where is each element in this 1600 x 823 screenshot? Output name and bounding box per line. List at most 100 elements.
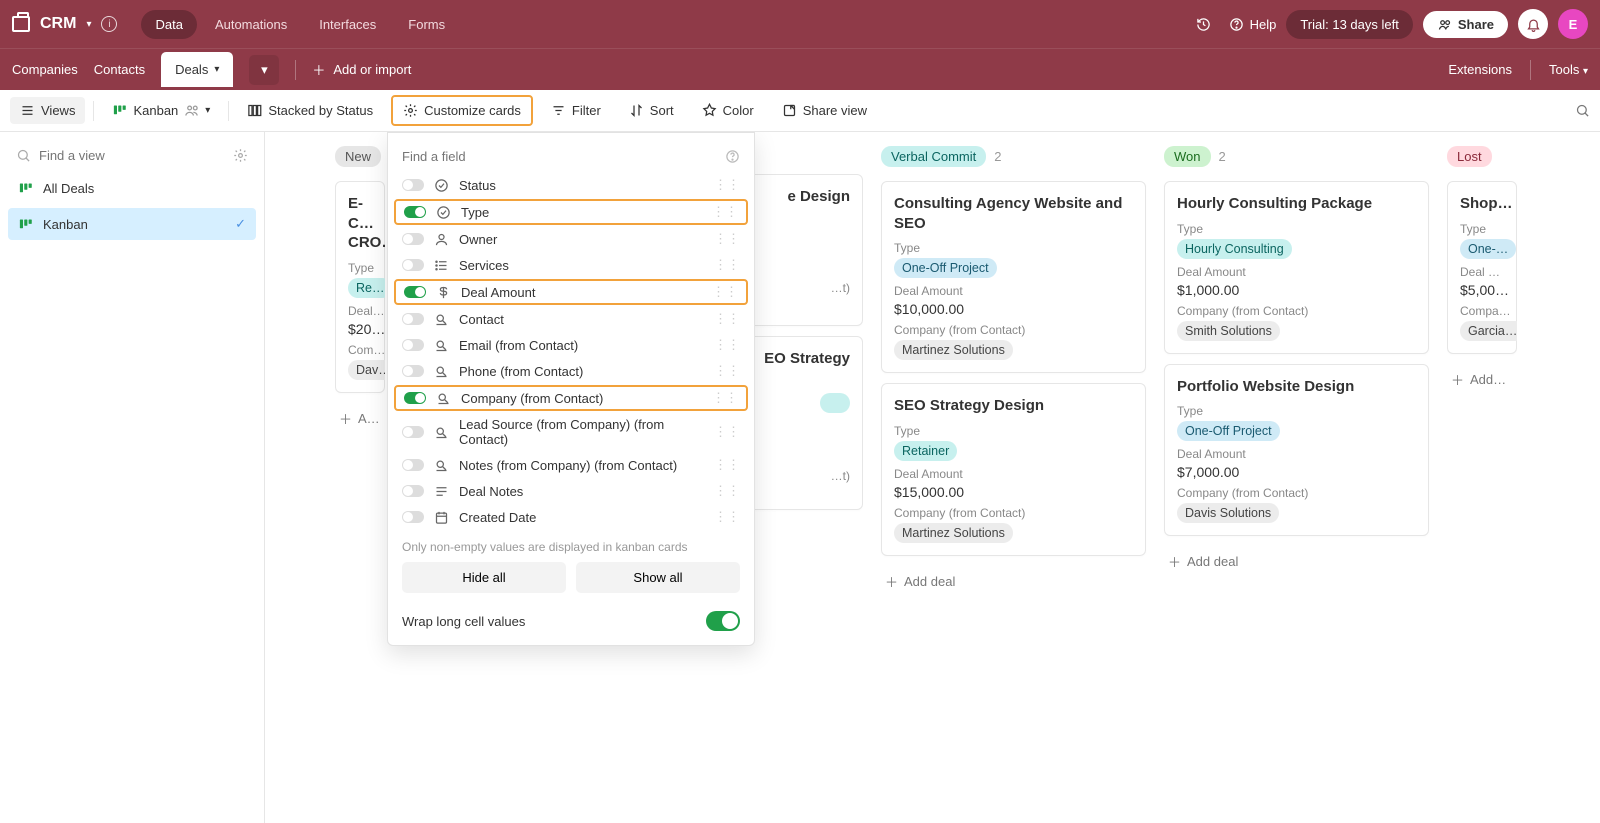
field-row[interactable]: Contact⋮⋮ xyxy=(388,306,754,332)
kanban-icon xyxy=(18,217,33,232)
drag-handle-icon[interactable]: ⋮⋮ xyxy=(714,363,740,379)
help-button[interactable]: Help xyxy=(1229,17,1277,32)
field-row[interactable]: Deal Amount ⋮⋮ xyxy=(394,279,748,305)
add-deal-button[interactable]: ＋ Add deal xyxy=(881,566,1146,597)
drag-handle-icon[interactable]: ⋮⋮ xyxy=(714,231,740,247)
field-toggle[interactable] xyxy=(402,259,424,271)
search-icon[interactable] xyxy=(1575,103,1590,118)
deal-card[interactable]: Consulting Agency Website and SEO Type O… xyxy=(881,181,1146,373)
color-button[interactable]: Color xyxy=(692,97,764,124)
nav-forms[interactable]: Forms xyxy=(394,10,459,39)
drag-handle-icon[interactable]: ⋮⋮ xyxy=(714,509,740,525)
field-icon xyxy=(434,458,449,473)
field-toggle[interactable] xyxy=(402,365,424,377)
drag-handle-icon[interactable]: ⋮⋮ xyxy=(714,483,740,499)
add-deal-button[interactable]: ＋ Add deal xyxy=(1164,546,1429,577)
history-icon[interactable] xyxy=(1189,9,1219,39)
field-toggle[interactable] xyxy=(402,426,424,438)
tab-contacts[interactable]: Contacts xyxy=(94,62,145,77)
field-row[interactable]: Type⋮⋮ xyxy=(394,199,748,225)
sort-button[interactable]: Sort xyxy=(619,97,684,124)
field-label: Deal Amount xyxy=(461,285,535,300)
tab-deals[interactable]: Deals ▾ xyxy=(161,52,233,87)
field-toggle[interactable] xyxy=(404,286,426,298)
field-row[interactable]: Lead Source (from Company) (from Contact… xyxy=(388,412,754,452)
nav-interfaces[interactable]: Interfaces xyxy=(305,10,390,39)
deal-card[interactable]: Portfolio Website Design Type One-Off Pr… xyxy=(1164,364,1429,537)
field-row[interactable]: Created Date⋮⋮ xyxy=(388,504,754,530)
drag-handle-icon[interactable]: ⋮⋮ xyxy=(714,424,740,440)
tab-companies[interactable]: Companies xyxy=(12,62,78,77)
field-row[interactable]: Owner⋮⋮ xyxy=(388,226,754,252)
view-all-deals[interactable]: All Deals xyxy=(8,173,256,204)
field-toggle[interactable] xyxy=(402,339,424,351)
field-row[interactable]: Deal Notes⋮⋮ xyxy=(388,478,754,504)
deal-card[interactable]: Shop… Type One-… Deal … $5,00… Compa… Ga… xyxy=(1447,181,1517,354)
trial-pill[interactable]: Trial: 13 days left xyxy=(1286,10,1413,39)
field-toggle[interactable] xyxy=(404,206,426,218)
show-all-button[interactable]: Show all xyxy=(576,562,740,593)
hide-all-button[interactable]: Hide all xyxy=(402,562,566,593)
top-bar: CRM ▾ i Data Automations Interfaces Form… xyxy=(0,0,1600,48)
find-view-input[interactable] xyxy=(8,142,256,169)
field-toggle[interactable] xyxy=(402,313,424,325)
drag-handle-icon[interactable]: ⋮⋮ xyxy=(712,390,738,406)
field-row[interactable]: Status⋮⋮ xyxy=(388,172,754,198)
kanban-view-button[interactable]: Kanban ▾ xyxy=(102,97,220,124)
gear-icon[interactable] xyxy=(233,148,248,163)
drag-handle-icon[interactable]: ⋮⋮ xyxy=(714,337,740,353)
add-or-import-button[interactable]: ＋ Add or import xyxy=(312,60,411,79)
chevron-down-icon[interactable]: ▾ xyxy=(86,19,91,30)
field-label: Phone (from Contact) xyxy=(459,364,583,379)
column-new: New E-C… CRO… Type Re… Deal… $20… Com… D… xyxy=(335,146,385,809)
help-icon[interactable] xyxy=(725,149,740,164)
views-button[interactable]: Views xyxy=(10,97,85,124)
briefcase-icon xyxy=(12,16,30,32)
popover-note: Only non-empty values are displayed in k… xyxy=(388,530,754,562)
nav-automations[interactable]: Automations xyxy=(201,10,301,39)
field-toggle[interactable] xyxy=(404,392,426,404)
field-label: Services xyxy=(459,258,509,273)
field-row[interactable]: Phone (from Contact) ⋮⋮ xyxy=(388,358,754,384)
deal-card[interactable]: E-C… CRO… Type Re… Deal… $20… Com… Dav… xyxy=(335,181,385,393)
field-row[interactable]: Services ⋮⋮ xyxy=(388,252,754,278)
info-icon[interactable]: i xyxy=(101,16,117,32)
wrap-label: Wrap long cell values xyxy=(402,614,525,629)
drag-handle-icon[interactable]: ⋮⋮ xyxy=(714,177,740,193)
filter-button[interactable]: Filter xyxy=(541,97,611,124)
add-deal-button[interactable]: ＋ A… xyxy=(335,403,385,434)
drag-handle-icon[interactable]: ⋮⋮ xyxy=(714,311,740,327)
tools-button[interactable]: Tools ▾ xyxy=(1549,62,1588,77)
drag-handle-icon[interactable]: ⋮⋮ xyxy=(712,204,738,220)
nav-data[interactable]: Data xyxy=(141,10,196,39)
find-field-input[interactable] xyxy=(402,149,717,164)
extensions-button[interactable]: Extensions xyxy=(1448,62,1512,77)
add-deal-button[interactable]: ＋ Add… xyxy=(1447,364,1517,395)
share-button[interactable]: Share xyxy=(1423,11,1508,38)
drag-handle-icon[interactable]: ⋮⋮ xyxy=(714,457,740,473)
avatar[interactable]: E xyxy=(1558,9,1588,39)
bell-icon[interactable] xyxy=(1518,9,1548,39)
field-toggle[interactable] xyxy=(402,459,424,471)
app-name[interactable]: CRM xyxy=(40,15,76,33)
chevron-down-icon: ▾ xyxy=(205,105,210,116)
drag-handle-icon[interactable]: ⋮⋮ xyxy=(714,257,740,273)
field-toggle[interactable] xyxy=(402,233,424,245)
deal-card[interactable]: Hourly Consulting Package Type Hourly Co… xyxy=(1164,181,1429,354)
share-view-button[interactable]: Share view xyxy=(772,97,877,124)
drag-handle-icon[interactable]: ⋮⋮ xyxy=(712,284,738,300)
tab-dropdown-icon[interactable]: ▾ xyxy=(249,55,279,85)
field-row[interactable]: Company (from Contact) ⋮⋮ xyxy=(394,385,748,411)
field-label: Company (from Contact) xyxy=(461,391,603,406)
view-toolbar: Views Kanban ▾ Stacked by Status Customi… xyxy=(0,90,1600,132)
customize-cards-button[interactable]: Customize cards xyxy=(391,95,533,126)
stacked-by-button[interactable]: Stacked by Status xyxy=(237,97,383,124)
field-toggle[interactable] xyxy=(402,179,424,191)
view-kanban[interactable]: Kanban ✓ xyxy=(8,208,256,240)
wrap-toggle[interactable] xyxy=(706,611,740,631)
field-toggle[interactable] xyxy=(402,485,424,497)
field-row[interactable]: Email (from Contact)⋮⋮ xyxy=(388,332,754,358)
field-toggle[interactable] xyxy=(402,511,424,523)
field-row[interactable]: Notes (from Company) (from Contact)⋮⋮ xyxy=(388,452,754,478)
deal-card[interactable]: SEO Strategy Design Type Retainer Deal A… xyxy=(881,383,1146,556)
